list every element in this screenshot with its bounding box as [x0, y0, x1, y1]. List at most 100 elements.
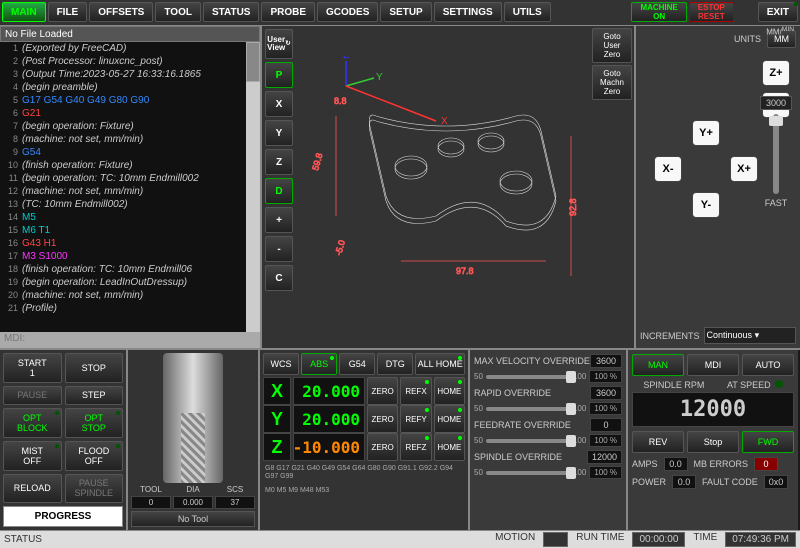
- view-p-button[interactable]: P: [265, 62, 293, 88]
- gcode-line[interactable]: 21(Profile): [0, 302, 260, 315]
- wcs-button[interactable]: WCS: [263, 353, 299, 375]
- view-c-button[interactable]: C: [265, 265, 293, 291]
- override-pct: 100 %: [589, 370, 622, 383]
- slider-thumb[interactable]: [566, 403, 576, 415]
- gcode-line[interactable]: 17M3 S1000: [0, 250, 260, 263]
- ref-button[interactable]: REFX: [400, 377, 431, 405]
- mdi-input[interactable]: MDI:: [0, 332, 260, 348]
- slider-thumb[interactable]: [566, 435, 576, 447]
- tab-setup[interactable]: SETUP: [380, 2, 431, 22]
- gcode-line[interactable]: 8(machine: not set, mm/min): [0, 133, 260, 146]
- jog-y-minus[interactable]: Y-: [692, 192, 720, 218]
- opt-block-button[interactable]: OPT BLOCK: [3, 408, 62, 438]
- override-slider[interactable]: [486, 407, 570, 411]
- start-button[interactable]: START 1: [3, 353, 62, 383]
- reload-button[interactable]: RELOAD: [3, 474, 62, 504]
- pause-button[interactable]: PAUSE: [3, 386, 62, 406]
- rev-button[interactable]: REV: [632, 431, 684, 453]
- abs-button[interactable]: ABS: [301, 353, 337, 375]
- g54-button[interactable]: G54: [339, 353, 375, 375]
- tab-status[interactable]: STATUS: [203, 2, 260, 22]
- all-home-button[interactable]: ALL HOME: [415, 353, 465, 375]
- goto-machine-zero-button[interactable]: Goto Machn Zero: [592, 65, 632, 100]
- tab-gcodes[interactable]: GCODES: [317, 2, 378, 22]
- exit-button[interactable]: EXIT: [758, 2, 798, 22]
- increments-select[interactable]: Continuous ▾: [704, 327, 796, 344]
- gcode-line[interactable]: 1(Exported by FreeCAD): [0, 42, 260, 55]
- mdi-mode-button[interactable]: MDI: [687, 354, 739, 376]
- tab-settings[interactable]: SETTINGS: [434, 2, 502, 22]
- gcode-line[interactable]: 3(Output Time:2023-05-27 16:33:16.1865: [0, 68, 260, 81]
- gcode-line[interactable]: 18(finish operation: TC: 10mm Endmill06: [0, 263, 260, 276]
- gcode-line[interactable]: 4(begin preamble): [0, 81, 260, 94]
- gcode-line[interactable]: 2(Post Processor: linuxcnc_post): [0, 55, 260, 68]
- tab-probe[interactable]: PROBE: [261, 2, 315, 22]
- jog-x-minus[interactable]: X-: [654, 156, 682, 182]
- spindle-stop-button[interactable]: Stop: [687, 431, 739, 453]
- gcode-viewer[interactable]: 1(Exported by FreeCAD)2(Post Processor: …: [0, 42, 260, 332]
- user-view-button[interactable]: UserView↻: [265, 29, 293, 59]
- zero-button[interactable]: ZERO: [367, 377, 398, 405]
- axis-value: -10.000: [293, 433, 365, 461]
- ref-button[interactable]: REFY: [400, 405, 431, 433]
- slider-thumb[interactable]: [566, 467, 576, 479]
- jog-x-plus[interactable]: X+: [730, 156, 758, 182]
- scrollbar-thumb[interactable]: [246, 42, 260, 82]
- gcode-line[interactable]: 12(machine: not set, mm/min): [0, 185, 260, 198]
- zoom-out-button[interactable]: -: [265, 236, 293, 262]
- gcode-line[interactable]: 10(finish operation: Fixture): [0, 159, 260, 172]
- man-mode-button[interactable]: MAN: [632, 354, 684, 376]
- ref-button[interactable]: REFZ: [400, 433, 431, 461]
- home-button[interactable]: HOME: [434, 377, 465, 405]
- gcode-line[interactable]: 5G17 G54 G40 G49 G80 G90: [0, 94, 260, 107]
- opt-stop-button[interactable]: OPT STOP: [65, 408, 124, 438]
- pause-spindle-button[interactable]: PAUSE SPINDLE: [65, 474, 124, 504]
- gcode-line[interactable]: 11(begin operation: TC: 10mm Endmill002: [0, 172, 260, 185]
- no-tool-button[interactable]: No Tool: [131, 511, 255, 527]
- jog-speed-slider[interactable]: [773, 114, 779, 194]
- view-z-button[interactable]: Z: [265, 149, 293, 175]
- view-y-button[interactable]: Y: [265, 120, 293, 146]
- override-slider[interactable]: [486, 375, 570, 379]
- tab-utils[interactable]: UTILS: [504, 2, 551, 22]
- gcode-line[interactable]: 14M5: [0, 211, 260, 224]
- mist-button[interactable]: MIST OFF: [3, 441, 62, 471]
- jog-y-plus[interactable]: Y+: [692, 120, 720, 146]
- fwd-button[interactable]: FWD: [742, 431, 794, 453]
- flood-button[interactable]: FLOOD OFF: [65, 441, 124, 471]
- gcode-line[interactable]: 16G43 H1: [0, 237, 260, 250]
- dtg-button[interactable]: DTG: [377, 353, 413, 375]
- home-button[interactable]: HOME: [434, 433, 465, 461]
- machine-on-button[interactable]: MACHINE ON: [631, 2, 686, 22]
- fast-label: FAST: [760, 198, 792, 208]
- gcode-line[interactable]: 7(begin operation: Fixture): [0, 120, 260, 133]
- override-slider[interactable]: [486, 439, 570, 443]
- gcode-line[interactable]: 6G21: [0, 107, 260, 120]
- 3d-viewport[interactable]: Z Y X 97.8 59.8 92.8 -5.0 8.8 Goto User …: [296, 26, 636, 348]
- scrollbar[interactable]: [246, 42, 260, 332]
- gcode-line[interactable]: 13(TC: 10mm Endmill002): [0, 198, 260, 211]
- tab-tool[interactable]: TOOL: [155, 2, 201, 22]
- gcode-line[interactable]: 20(machine: not set, mm/min): [0, 289, 260, 302]
- auto-mode-button[interactable]: AUTO: [742, 354, 794, 376]
- zero-button[interactable]: ZERO: [367, 405, 398, 433]
- gcode-line[interactable]: 15M6 T1: [0, 224, 260, 237]
- stop-button[interactable]: STOP: [65, 353, 124, 383]
- slider-thumb[interactable]: [769, 116, 783, 126]
- zoom-in-button[interactable]: +: [265, 207, 293, 233]
- home-button[interactable]: HOME: [434, 405, 465, 433]
- view-d-button[interactable]: D: [265, 178, 293, 204]
- tab-main[interactable]: MAIN: [2, 2, 46, 22]
- tab-file[interactable]: FILE: [48, 2, 88, 22]
- gcode-line[interactable]: 19(begin operation: LeadInOutDressup): [0, 276, 260, 289]
- runtime-value: 00:00:00: [632, 532, 685, 547]
- zero-button[interactable]: ZERO: [367, 433, 398, 461]
- step-button[interactable]: STEP: [65, 386, 124, 406]
- slider-thumb[interactable]: [566, 371, 576, 383]
- gcode-line[interactable]: 9G54: [0, 146, 260, 159]
- estop-reset-button[interactable]: ESTOP RESET: [689, 2, 734, 22]
- tab-offsets[interactable]: OFFSETS: [89, 2, 153, 22]
- override-slider[interactable]: [486, 471, 570, 475]
- view-x-button[interactable]: X: [265, 91, 293, 117]
- goto-user-zero-button[interactable]: Goto User Zero: [592, 28, 632, 63]
